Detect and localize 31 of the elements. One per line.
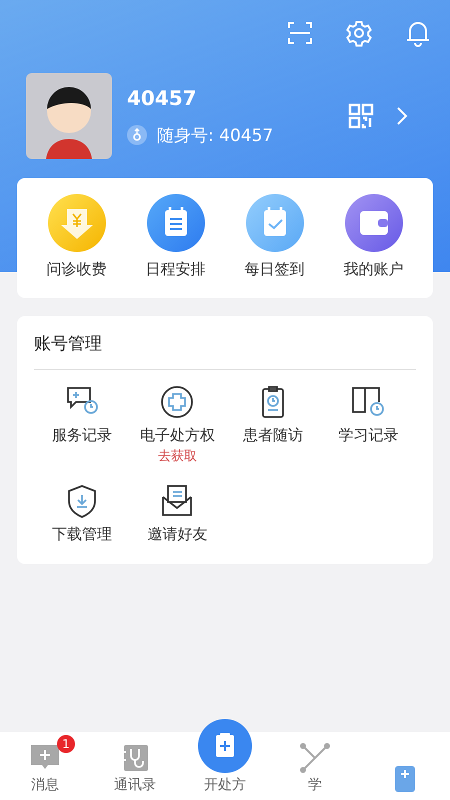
quick-action-button[interactable]: 我的账户 [344,194,404,282]
unread-badge: 1 [57,735,75,753]
menu-label[interactable]: 服务记录 [52,426,112,445]
wallet-icon [344,194,402,252]
chevron-right-icon[interactable] [396,106,408,126]
scan-icon[interactable] [286,19,314,47]
get-link[interactable]: 去获取 [158,447,197,465]
medical-cross-icon[interactable] [159,384,196,420]
quick-action-button[interactable]: 问诊收费 [46,194,106,282]
payment-icon [48,194,106,252]
notepad-icon [146,194,204,252]
network-icon [299,743,331,773]
nav-tab[interactable]: 开处方 [185,709,265,794]
qr-code-icon[interactable] [348,103,374,129]
bell-icon[interactable] [404,19,432,47]
quick-action-button[interactable]: 日程安排 [146,194,206,282]
quick-action-button[interactable]: 每日签到 [244,194,304,282]
gender-icon [127,125,147,145]
menu-label[interactable]: 邀请好友 [147,525,208,544]
section-title: 账号管理 [34,333,103,355]
menu-label[interactable]: 学习记录 [338,426,398,445]
calendar-check-icon [246,194,304,252]
nav-tab[interactable]: 1 消息 [5,733,85,794]
user-id: 随身号: 40457 [157,124,274,146]
menu-label[interactable]: 患者随访 [242,426,303,445]
settings-icon[interactable] [345,19,373,47]
menu-label[interactable]: 电子处方权 [140,426,215,445]
nav-tab[interactable]: 通讯录 [95,733,175,794]
nav-tab[interactable]: 学 [275,733,355,794]
menu-label[interactable]: 下载管理 [52,525,112,544]
user-name: 40457 [127,86,198,110]
